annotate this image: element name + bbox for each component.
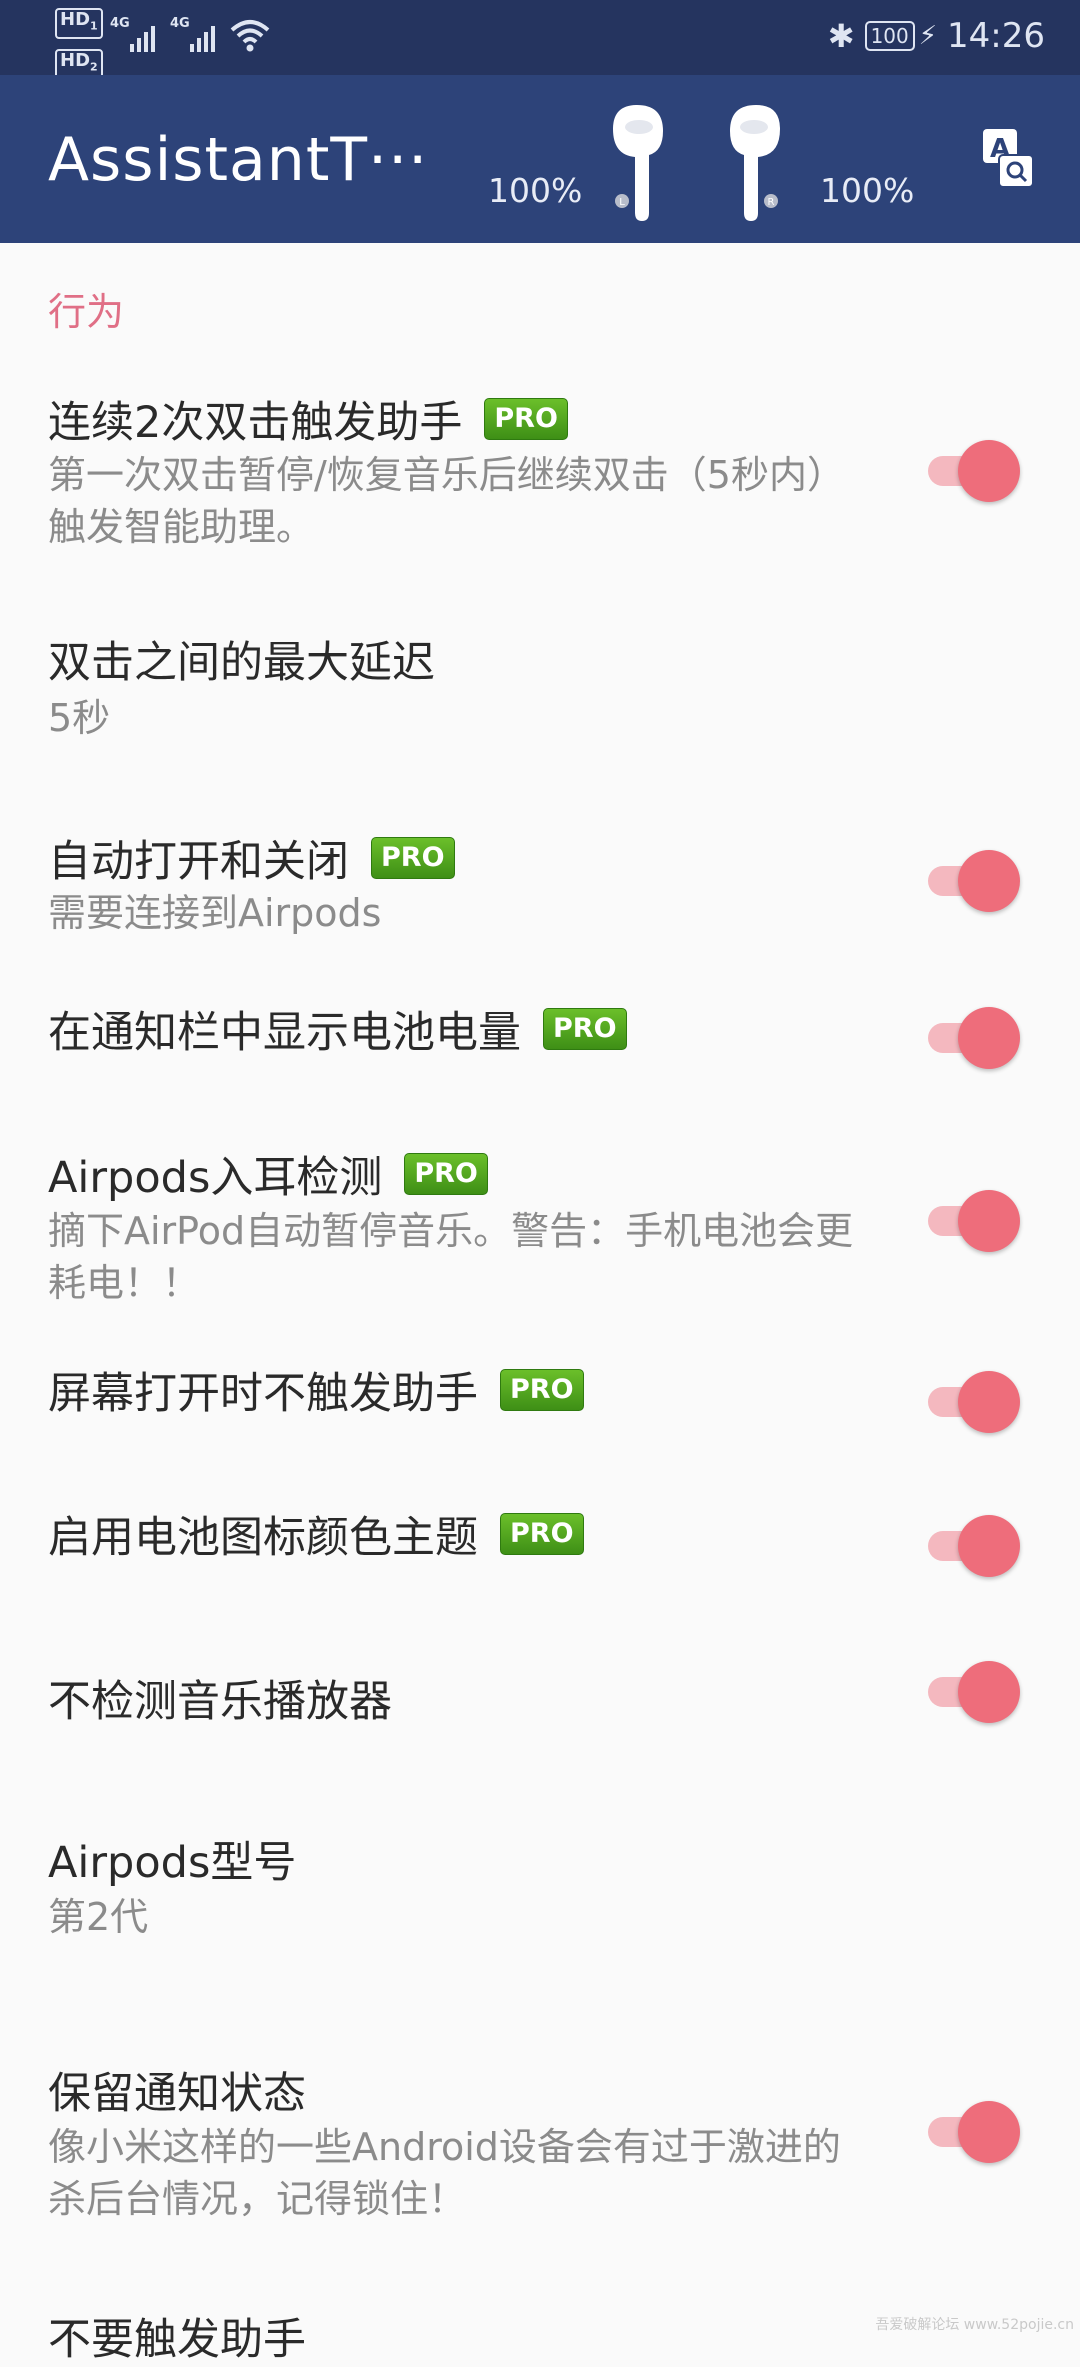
setting-subtitle: 5秒 — [48, 696, 111, 740]
setting-title: 在通知栏中显示电池电量 — [48, 1008, 521, 1058]
app-bar: AssistantT··· 100% L R 100% A — [0, 75, 1080, 243]
setting-title: 连续2次双击触发助手 — [48, 398, 463, 448]
right-airpod-icon: R — [730, 105, 780, 221]
setting-no-music-detect[interactable]: 不检测音乐播放器 — [48, 1667, 392, 1729]
wifi-icon — [230, 20, 270, 52]
bluetooth-icon: ✱ — [827, 17, 855, 55]
setting-subtitle: 需要连接到Airpods — [48, 891, 382, 935]
setting-notification-battery[interactable]: 在通知栏中显示电池电量 PRO — [48, 998, 627, 1060]
setting-title: 自动打开和关闭 — [48, 837, 349, 887]
setting-title: 双击之间的最大延迟 — [48, 638, 435, 688]
toggle-switch[interactable] — [924, 1190, 1024, 1252]
status-bar: HD1 HD2 4G 4G ✱ 100 ⚡ 14:26 — [0, 0, 1080, 80]
setting-battery-color-theme[interactable]: 启用电池图标颜色主题 PRO — [48, 1503, 584, 1565]
toggle-switch[interactable] — [924, 1371, 1024, 1433]
setting-subtitle: 第一次双击暂停/恢复音乐后继续双击（5秒内）触发智能助理。 — [48, 453, 845, 549]
setting-do-not-trigger[interactable]: 不要触发助手 — [48, 2305, 306, 2367]
toggle-switch[interactable] — [924, 850, 1024, 912]
toggle-switch[interactable] — [924, 2101, 1024, 2163]
setting-subtitle: 摘下AirPod自动暂停音乐。警告：手机电池会更耗电！！ — [48, 1209, 854, 1305]
setting-title: 屏幕打开时不触发助手 — [48, 1369, 478, 1419]
setting-airpods-model[interactable]: Airpods型号 — [48, 1828, 296, 1890]
pro-badge: PRO — [543, 1008, 627, 1050]
setting-keep-notification[interactable]: 保留通知状态 — [48, 2059, 306, 2121]
pro-badge: PRO — [484, 398, 568, 440]
toggle-switch[interactable] — [924, 1007, 1024, 1069]
toggle-switch[interactable] — [924, 1661, 1024, 1723]
setting-title: 不要触发助手 — [48, 2315, 306, 2365]
pro-badge: PRO — [371, 837, 455, 879]
pro-badge: PRO — [500, 1513, 584, 1555]
left-battery-percent: 100% — [488, 171, 583, 210]
section-header: 行为 — [48, 290, 125, 334]
left-airpod-icon: L — [613, 105, 663, 221]
pro-badge: PRO — [404, 1153, 488, 1195]
battery-icon: 100 — [864, 21, 915, 51]
setting-title: Airpods型号 — [48, 1838, 297, 1888]
setting-title: 保留通知状态 — [48, 2069, 306, 2119]
setting-subtitle: 第2代 — [48, 1895, 149, 1939]
setting-max-delay[interactable]: 双击之间的最大延迟 — [48, 628, 435, 690]
setting-subtitle: 像小米这样的一些Android设备会有过于激进的杀后台情况，记得锁住！ — [48, 2125, 841, 2221]
right-pod-label: R — [768, 197, 775, 208]
left-pod-label: L — [619, 197, 625, 208]
pro-badge: PRO — [500, 1369, 584, 1411]
charging-icon: ⚡ — [918, 21, 938, 51]
toggle-switch[interactable] — [924, 1515, 1024, 1577]
right-battery-percent: 100% — [820, 171, 915, 210]
watermark: 吾爱破解论坛 www.52pojie.cn — [875, 2317, 1074, 2333]
setting-title: 不检测音乐播放器 — [48, 1677, 392, 1727]
setting-double-double-tap[interactable]: 连续2次双击触发助手 PRO — [48, 388, 568, 450]
app-title: AssistantT··· — [48, 125, 429, 195]
setting-ear-detection[interactable]: Airpods入耳检测 PRO — [48, 1143, 488, 1205]
clock: 14:26 — [947, 16, 1045, 56]
toggle-switch[interactable] — [924, 440, 1024, 502]
setting-title: 启用电池图标颜色主题 — [48, 1513, 478, 1563]
translate-icon[interactable]: A — [981, 127, 1035, 189]
setting-screen-on-no-trigger[interactable]: 屏幕打开时不触发助手 PRO — [48, 1359, 584, 1421]
setting-auto-open-close[interactable]: 自动打开和关闭 PRO — [48, 827, 455, 889]
hd-badge-1: HD1 — [55, 8, 103, 39]
setting-title: Airpods入耳检测 — [48, 1153, 383, 1203]
